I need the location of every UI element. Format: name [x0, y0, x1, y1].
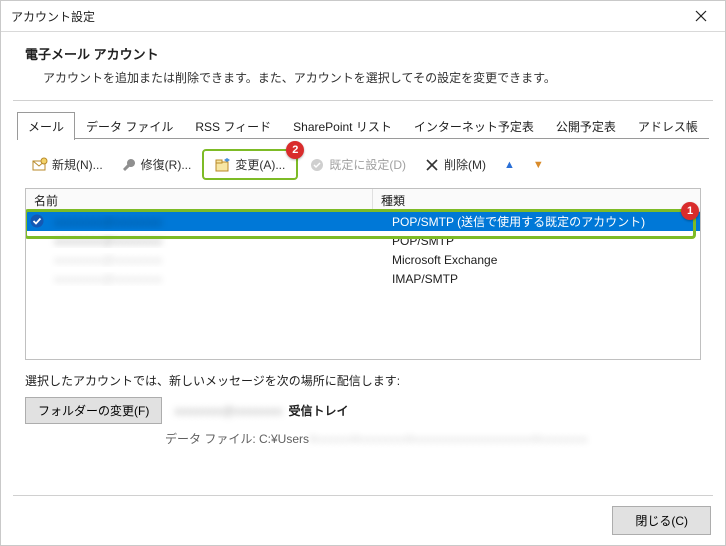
account-name: xxxxxxxx@xxxxxxxx — [54, 272, 162, 286]
delivery-target: xxxxxxxx@xxxxxxxx 受信トレイ — [174, 402, 701, 419]
account-name: xxxxxxxx@xxxxxxxx — [54, 215, 162, 229]
account-row[interactable]: xxxxxxxx@xxxxxxxx POP/SMTP — [26, 231, 700, 250]
tab-label: 公開予定表 — [556, 120, 616, 134]
path-rest: ¥xxxxxx¥xxxxxxxx¥xxxxxxxxxxxxxxxxxxxx¥xx… — [309, 432, 588, 446]
default-check-icon — [29, 213, 45, 229]
button-label: 変更(A)... — [235, 156, 285, 173]
tab-mail[interactable]: メール — [17, 112, 75, 140]
header-description: アカウントを追加または削除できます。また、アカウントを選択してその設定を変更でき… — [25, 69, 701, 86]
list-rows: xxxxxxxx@xxxxxxxx POP/SMTP (送信で使用する既定のアカ… — [26, 212, 700, 288]
set-default-button[interactable]: 既定に設定(D) — [302, 152, 413, 177]
account-row[interactable]: xxxxxxxx@xxxxxxxx POP/SMTP (送信で使用する既定のアカ… — [26, 212, 700, 231]
change-folder-icon — [215, 157, 231, 173]
toolbar: 新規(N)... 修復(R)... 変更(A)... 2 既定に設定(D) — [1, 139, 725, 188]
button-label: 削除(M) — [444, 156, 486, 173]
account-type: IMAP/SMTP — [384, 272, 700, 286]
tab-label: SharePoint リスト — [293, 120, 392, 134]
titlebar: アカウント設定 — [1, 1, 725, 32]
path-prefix: データ ファイル: C:¥Users — [165, 432, 309, 446]
tab-data-files[interactable]: データ ファイル — [75, 112, 184, 140]
tabstrip: メール データ ファイル RSS フィード SharePoint リスト インタ… — [1, 101, 725, 139]
account-type: POP/SMTP (送信で使用する既定のアカウント) — [384, 213, 700, 230]
delivery-path: データ ファイル: C:¥Users¥xxxxxx¥xxxxxxxx¥xxxxx… — [25, 424, 701, 447]
tab-published-calendar[interactable]: 公開予定表 — [545, 112, 627, 140]
new-account-button[interactable]: 新規(N)... — [25, 152, 110, 177]
account-row[interactable]: xxxxxxxx@xxxxxxxx IMAP/SMTP — [26, 269, 700, 288]
account-name: xxxxxxxx@xxxxxxxx — [54, 234, 162, 248]
move-down-button[interactable]: ▼ — [526, 155, 551, 175]
change-folder-button[interactable]: フォルダーの変更(F) — [25, 397, 162, 424]
annotation-change-highlight: 変更(A)... 2 — [202, 149, 298, 180]
change-account-button[interactable]: 変更(A)... — [208, 152, 292, 177]
new-mail-icon — [32, 157, 48, 173]
close-icon — [695, 10, 707, 22]
tab-label: データ ファイル — [86, 120, 173, 134]
tab-sharepoint[interactable]: SharePoint リスト — [282, 112, 403, 140]
header: 電子メール アカウント アカウントを追加または削除できます。また、アカウントを選… — [1, 32, 725, 96]
delivery-label: 選択したアカウントでは、新しいメッセージを次の場所に配信します: — [25, 372, 701, 389]
account-type: POP/SMTP — [384, 234, 700, 248]
repair-account-button[interactable]: 修復(R)... — [114, 152, 199, 177]
button-label: 既定に設定(D) — [329, 156, 406, 173]
close-button[interactable]: 閉じる(C) — [612, 506, 711, 535]
arrow-up-icon: ▲ — [504, 159, 515, 171]
account-row[interactable]: xxxxxxxx@xxxxxxxx Microsoft Exchange — [26, 250, 700, 269]
tab-internet-calendar[interactable]: インターネット予定表 — [403, 112, 545, 140]
list-header: 名前 種類 — [26, 189, 700, 212]
account-type: Microsoft Exchange — [384, 253, 700, 267]
tab-label: インターネット予定表 — [414, 120, 534, 134]
wrench-icon — [121, 157, 137, 173]
window-close-button[interactable] — [681, 2, 721, 30]
header-title: 電子メール アカウント — [25, 44, 701, 63]
account-settings-dialog: アカウント設定 電子メール アカウント アカウントを追加または削除できます。また… — [0, 0, 726, 546]
button-label: 新規(N)... — [52, 156, 103, 173]
button-label: 修復(R)... — [141, 156, 192, 173]
arrow-down-icon: ▼ — [533, 159, 544, 171]
account-name: xxxxxxxx@xxxxxxxx — [54, 253, 162, 267]
check-circle-icon — [309, 157, 325, 173]
tab-address-book[interactable]: アドレス帳 — [627, 112, 709, 140]
tab-label: メール — [28, 120, 64, 134]
inbox-label: 受信トレイ — [289, 402, 349, 419]
window-title: アカウント設定 — [11, 8, 95, 25]
column-name[interactable]: 名前 — [26, 189, 373, 211]
delivery-account: xxxxxxxx@xxxxxxxx — [174, 404, 282, 418]
delivery-location-section: 選択したアカウントでは、新しいメッセージを次の場所に配信します: フォルダーの変… — [1, 360, 725, 447]
tab-label: RSS フィード — [195, 120, 271, 134]
delete-x-icon — [424, 157, 440, 173]
footer: 閉じる(C) — [1, 496, 725, 545]
move-up-button[interactable]: ▲ — [497, 155, 522, 175]
delete-account-button[interactable]: 削除(M) — [417, 152, 493, 177]
column-type[interactable]: 種類 — [373, 189, 700, 211]
tab-label: アドレス帳 — [638, 120, 698, 134]
tab-rss[interactable]: RSS フィード — [184, 112, 282, 140]
account-list: 名前 種類 xxxxxxxx@xxxxxxxx POP/SMTP (送信で使用す… — [25, 188, 701, 360]
